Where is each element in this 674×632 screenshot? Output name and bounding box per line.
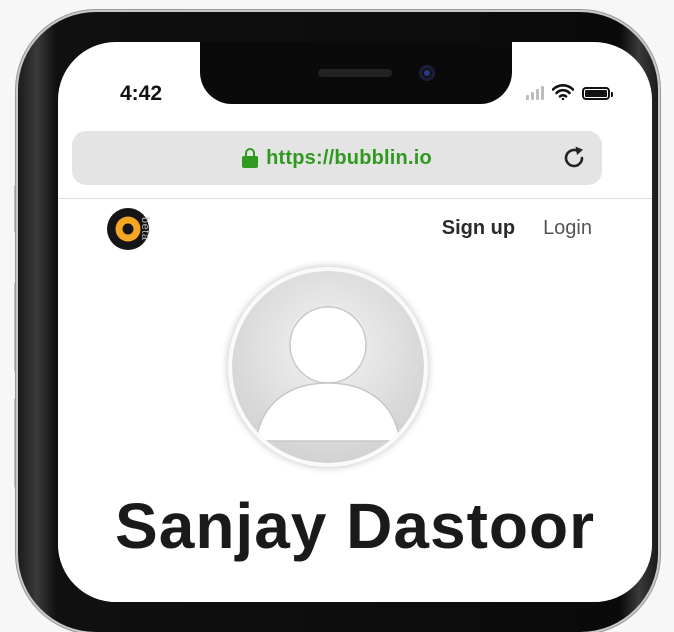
signup-link[interactable]: Sign up (442, 217, 515, 240)
battery-icon (582, 87, 613, 100)
site-nav: Sign up Login (442, 217, 592, 240)
webpage: beta Sign up Login Sanjay Dastoor (58, 199, 652, 602)
phone-screen: 4:42 https://bubblin.io beta Sign up Log… (58, 42, 652, 602)
url-text[interactable]: https://bubblin.io (266, 147, 432, 170)
wifi-icon (552, 84, 574, 100)
default-avatar-icon (232, 271, 424, 463)
earpiece-speaker (318, 69, 392, 77)
profile-name: Sanjay Dastoor (115, 490, 595, 562)
phone-frame: 4:42 https://bubblin.io beta Sign up Log… (18, 12, 658, 632)
reload-icon[interactable] (562, 145, 588, 171)
lock-icon (242, 148, 259, 168)
status-time: 4:42 (120, 82, 163, 105)
signal-icon (526, 85, 544, 100)
profile-avatar[interactable] (228, 267, 428, 467)
notch (200, 42, 512, 104)
login-link[interactable]: Login (543, 217, 592, 240)
front-camera (419, 65, 435, 81)
status-icons (526, 84, 613, 100)
beta-badge: beta (139, 217, 151, 241)
address-bar[interactable]: https://bubblin.io (72, 131, 602, 185)
url-field[interactable]: https://bubblin.io (72, 131, 602, 185)
